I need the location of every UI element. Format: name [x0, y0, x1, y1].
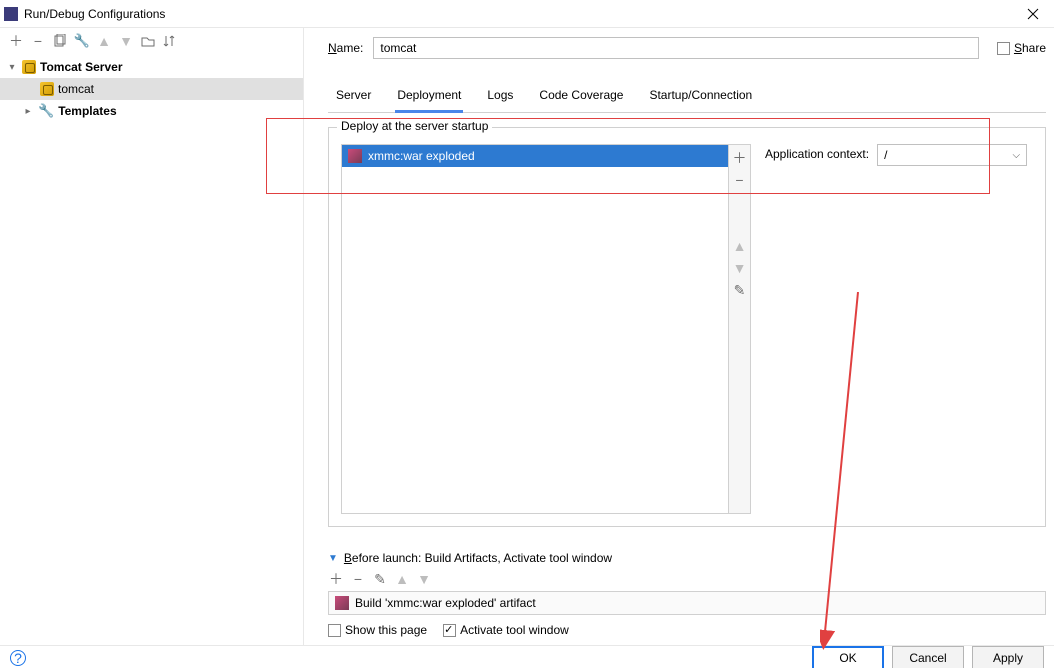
caret-right-icon: ▸: [22, 106, 34, 117]
edit-defaults-icon[interactable]: 🔧: [74, 33, 90, 49]
tree-tomcat-server[interactable]: ▾ Tomcat Server: [0, 56, 303, 78]
checkbox-checked-icon: [443, 624, 456, 637]
artifact-icon: [335, 596, 349, 610]
before-launch-item-label: Build 'xmmc:war exploded' artifact: [355, 596, 536, 610]
bl-move-up-button[interactable]: ▲: [394, 571, 410, 587]
move-up-icon[interactable]: ▲: [96, 33, 112, 49]
bl-move-down-button[interactable]: ▼: [416, 571, 432, 587]
bl-edit-button[interactable]: ✎: [372, 571, 388, 587]
tomcat-icon: [40, 82, 54, 96]
app-icon: [4, 7, 18, 21]
tree-label: Templates: [58, 104, 116, 118]
show-this-page-label: Show this page: [345, 623, 427, 637]
app-context-select[interactable]: / ⌵: [877, 144, 1027, 166]
window-title: Run/Debug Configurations: [24, 7, 165, 21]
deploy-item-label: xmmc:war exploded: [368, 149, 475, 163]
tree-label: Tomcat Server: [40, 60, 122, 74]
before-launch-label: Before launch: Build Artifacts, Activate…: [344, 551, 612, 565]
name-label: Name:: [328, 41, 363, 55]
show-this-page-checkbox[interactable]: Show this page: [328, 623, 427, 637]
tree-tomcat-config[interactable]: tomcat: [0, 78, 303, 100]
bl-remove-button[interactable]: −: [350, 571, 366, 587]
tree-label: tomcat: [58, 82, 94, 96]
app-context-value: /: [884, 148, 887, 162]
share-label: Share: [1014, 41, 1046, 55]
folder-icon[interactable]: [140, 33, 156, 49]
before-launch-item[interactable]: Build 'xmmc:war exploded' artifact: [329, 592, 1045, 614]
deploy-group-legend: Deploy at the server startup: [337, 119, 492, 133]
deploy-edit-button[interactable]: ✎: [731, 281, 749, 299]
apply-button[interactable]: Apply: [972, 646, 1044, 668]
tomcat-server-icon: [22, 60, 36, 74]
tab-server[interactable]: Server: [334, 82, 373, 112]
before-launch-toggle[interactable]: ▼ Before launch: Build Artifacts, Activa…: [328, 551, 1046, 565]
deploy-item[interactable]: xmmc:war exploded: [342, 145, 728, 167]
app-context-label: Application context:: [765, 144, 869, 161]
deploy-add-button[interactable]: ＋: [731, 149, 749, 167]
chevron-down-icon: ⌵: [1012, 150, 1020, 161]
activate-tool-window-label: Activate tool window: [460, 623, 569, 637]
sort-icon[interactable]: [162, 33, 178, 49]
copy-config-icon[interactable]: [52, 33, 68, 49]
caret-down-icon: ▼: [328, 553, 338, 564]
tab-startup-connection[interactable]: Startup/Connection: [647, 82, 754, 112]
share-checkbox[interactable]: Share: [997, 41, 1046, 55]
name-input[interactable]: [373, 37, 979, 59]
tab-logs[interactable]: Logs: [485, 82, 515, 112]
tab-deployment[interactable]: Deployment: [395, 82, 463, 113]
remove-config-icon[interactable]: −: [30, 33, 46, 49]
deploy-move-up-button[interactable]: ▲: [731, 237, 749, 255]
deploy-list[interactable]: xmmc:war exploded ＋ − ▲ ▼ ✎: [341, 144, 751, 514]
cancel-button[interactable]: Cancel: [892, 646, 964, 668]
help-icon[interactable]: ?: [10, 650, 26, 666]
ok-button[interactable]: OK: [812, 646, 884, 668]
artifact-icon: [348, 149, 362, 163]
activate-tool-window-checkbox[interactable]: Activate tool window: [443, 623, 569, 637]
add-config-icon[interactable]: ＋: [8, 33, 24, 49]
window-close-button[interactable]: [1012, 0, 1054, 27]
wrench-icon: 🔧: [38, 103, 54, 119]
bl-add-button[interactable]: ＋: [328, 571, 344, 587]
tab-code-coverage[interactable]: Code Coverage: [537, 82, 625, 112]
move-down-icon[interactable]: ▼: [118, 33, 134, 49]
checkbox-icon: [997, 42, 1010, 55]
checkbox-icon: [328, 624, 341, 637]
caret-down-icon: ▾: [6, 62, 18, 73]
tree-templates[interactable]: ▸ 🔧 Templates: [0, 100, 303, 122]
deploy-remove-button[interactable]: −: [731, 171, 749, 189]
deploy-move-down-button[interactable]: ▼: [731, 259, 749, 277]
